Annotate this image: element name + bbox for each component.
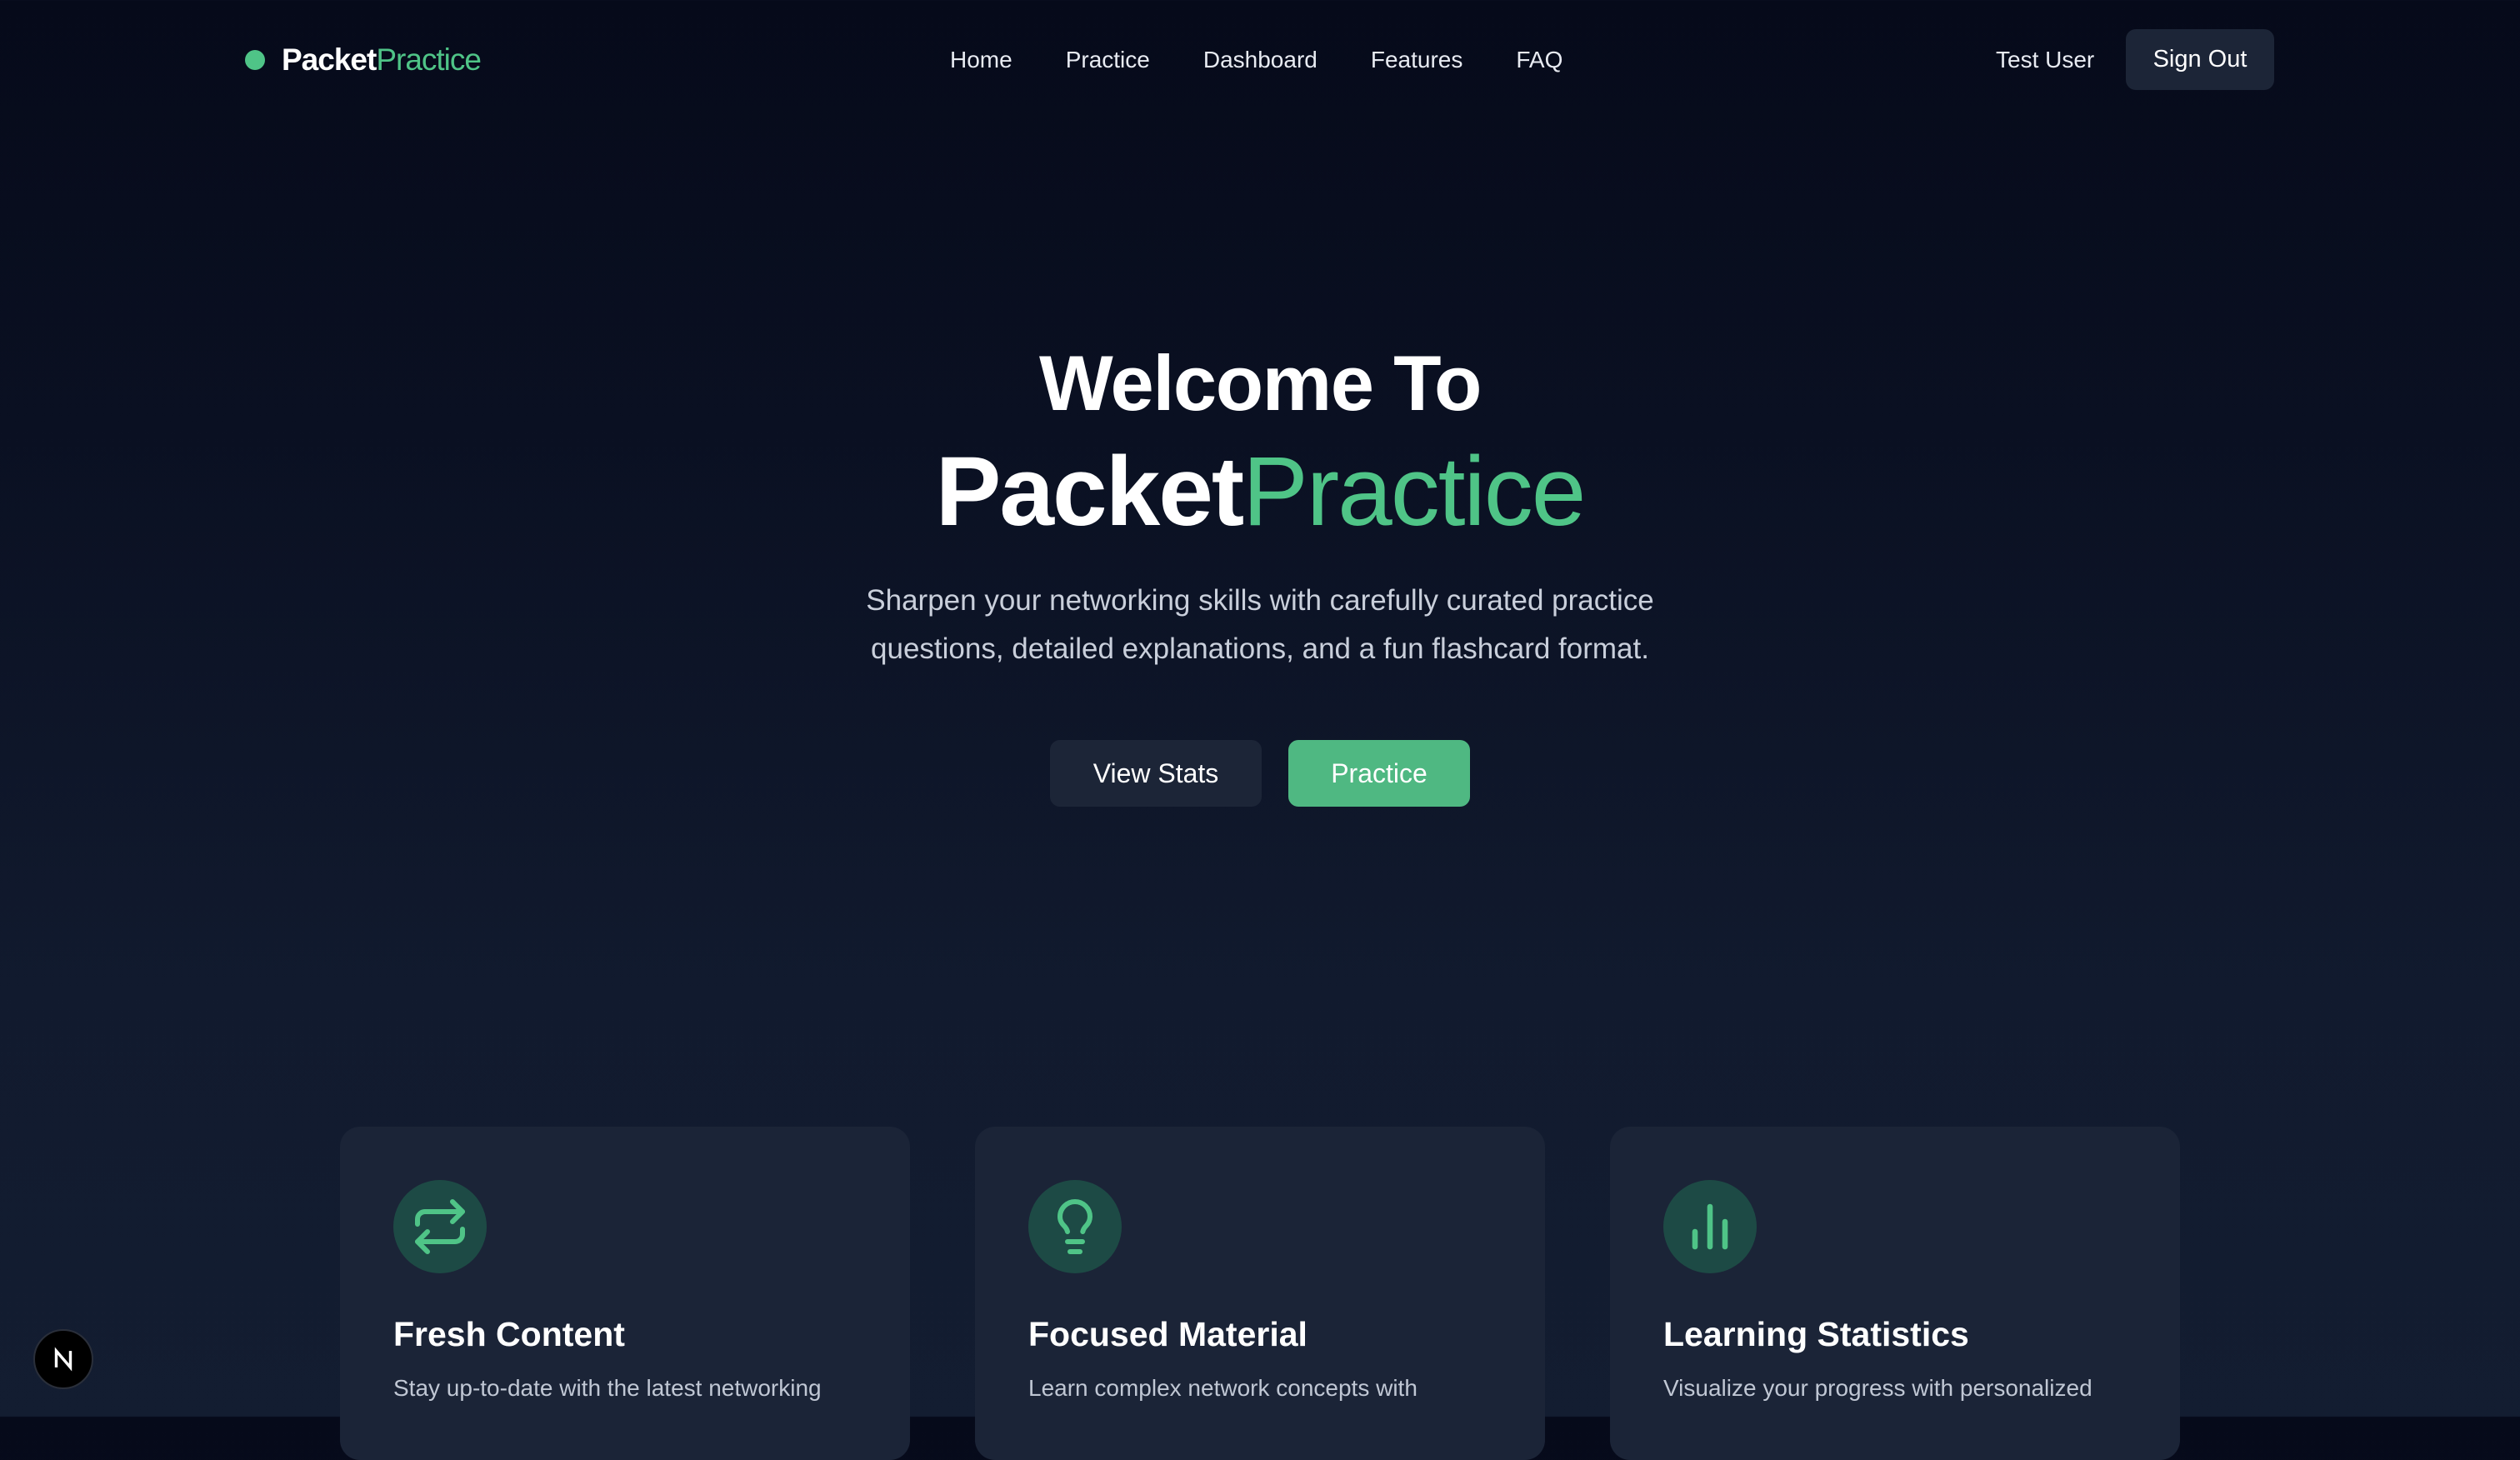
hero-title-practice: Practice (1242, 437, 1586, 547)
feature-description: Learn complex network concepts with (1028, 1375, 1418, 1401)
hero-title-line1: Welcome To (1039, 339, 1482, 427)
hero-title-brand: PacketPractice (0, 435, 2520, 548)
sign-out-button[interactable]: Sign Out (2126, 29, 2274, 90)
top-nav: Packet Practice Home Practice Dashboard F… (0, 0, 2520, 120)
logo[interactable]: Packet Practice (245, 37, 482, 83)
practice-button[interactable]: Practice (1288, 740, 1470, 807)
user-name: Test User (1996, 47, 2095, 72)
feature-description: Visualize your progress with personalize… (1663, 1375, 2092, 1401)
hero-subtitle: Sharpen your networking skills with care… (866, 584, 1654, 665)
nav-links: Home Practice Dashboard Features FAQ (950, 37, 1562, 83)
feature-title: Learning Statistics (1663, 1315, 1969, 1353)
nextjs-logo-icon (54, 1347, 72, 1372)
nav-link-dashboard[interactable]: Dashboard (1203, 47, 1318, 73)
view-stats-button[interactable]: View Stats (1050, 740, 1262, 807)
logo-dot-icon (245, 50, 265, 70)
feature-title: Fresh Content (393, 1315, 625, 1353)
feature-title: Focused Material (1028, 1315, 1308, 1353)
feature-description: Stay up-to-date with the latest networki… (393, 1375, 822, 1401)
feature-card-learning-statistics: Learning Statistics Visualize your progr… (1610, 1127, 2180, 1460)
lightbulb-icon (1028, 1180, 1122, 1273)
feature-card-fresh-content: Fresh Content Stay up-to-date with the l… (340, 1127, 910, 1460)
bar-chart-icon (1663, 1180, 1757, 1273)
nav-link-home[interactable]: Home (950, 47, 1012, 73)
logo-text-packet: Packet (282, 42, 377, 77)
hero-title-packet: Packet (935, 437, 1245, 547)
logo-text-practice: Practice (376, 42, 482, 77)
nav-link-faq[interactable]: FAQ (1516, 47, 1562, 73)
nav-link-features[interactable]: Features (1371, 47, 1463, 73)
nextjs-dev-badge[interactable] (33, 1329, 93, 1389)
repeat-arrows-icon (393, 1180, 487, 1273)
nav-link-practice[interactable]: Practice (1066, 47, 1150, 73)
feature-card-focused-material: Focused Material Learn complex network c… (975, 1127, 1545, 1460)
